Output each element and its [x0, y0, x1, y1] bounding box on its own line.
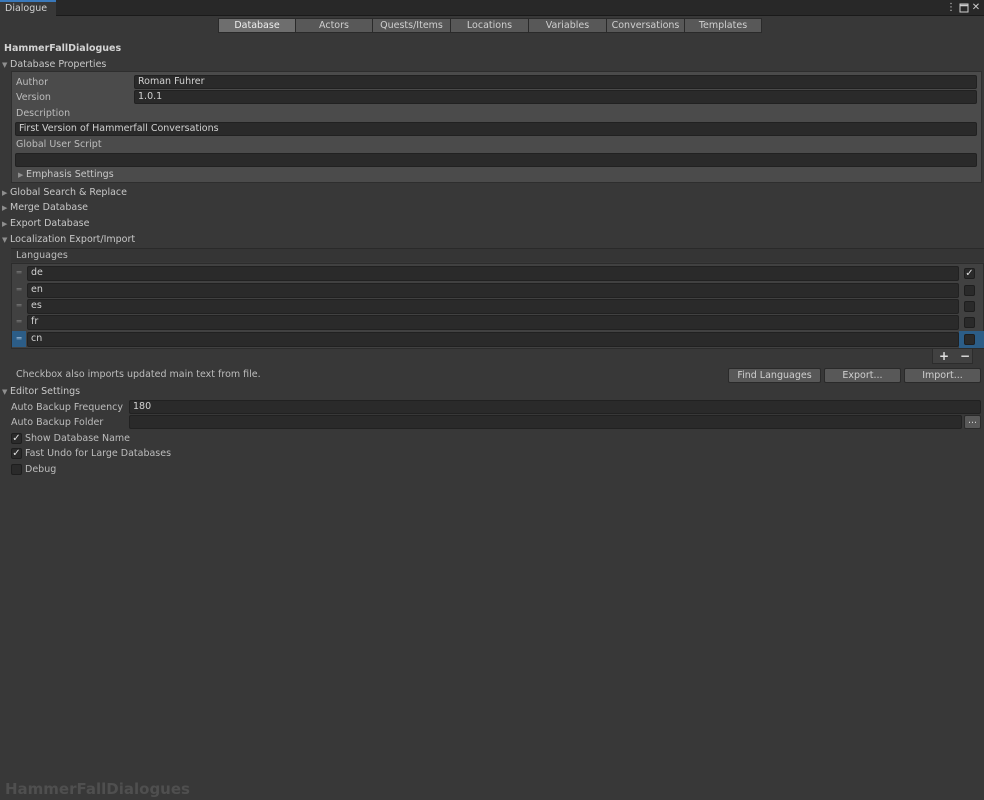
- database-name-heading: HammerFallDialogues: [4, 43, 122, 54]
- foldout-label: Export Database: [10, 218, 90, 229]
- drag-handle-icon[interactable]: ═: [12, 298, 26, 314]
- import-button[interactable]: Import...: [904, 368, 981, 383]
- list-item[interactable]: ═ de ✓: [12, 265, 984, 281]
- tab-variables[interactable]: Variables: [528, 18, 607, 33]
- foldout-label: Localization Export/Import: [10, 234, 136, 245]
- tab-templates[interactable]: Templates: [684, 18, 762, 33]
- database-name-watermark: HammerFallDialogues: [5, 780, 190, 798]
- language-checkbox[interactable]: [964, 334, 975, 345]
- language-code-field[interactable]: fr: [27, 315, 959, 330]
- collapsed-triangle-icon: ▶: [2, 220, 8, 228]
- auto-backup-folder-label: Auto Backup Folder: [11, 417, 104, 428]
- tab-quests-items[interactable]: Quests/Items: [372, 18, 451, 33]
- browse-folder-button[interactable]: ...: [964, 415, 981, 429]
- list-footer: + −: [932, 349, 973, 364]
- foldout-label: Database Properties: [10, 59, 107, 70]
- foldout-merge-database[interactable]: ▶ Merge Database: [2, 202, 88, 213]
- tab-conversations[interactable]: Conversations: [606, 18, 685, 33]
- expanded-triangle-icon: ▼: [2, 61, 8, 69]
- maximize-icon[interactable]: [958, 1, 970, 14]
- window-titlebar: Dialogue ⋮ ✕: [0, 0, 984, 16]
- tab-actors[interactable]: Actors: [295, 18, 373, 33]
- tab-database[interactable]: Database: [218, 18, 296, 33]
- list-item[interactable]: ═ en: [12, 282, 984, 298]
- auto-backup-frequency-label: Auto Backup Frequency: [11, 402, 123, 413]
- language-code-field[interactable]: de: [27, 266, 959, 281]
- description-label: Description: [16, 108, 71, 119]
- foldout-label: Emphasis Settings: [26, 169, 114, 180]
- auto-backup-frequency-field[interactable]: 180: [129, 400, 981, 414]
- list-item[interactable]: ═ cn: [12, 331, 984, 348]
- tab-locations[interactable]: Locations: [450, 18, 529, 33]
- language-checkbox[interactable]: ✓: [964, 268, 975, 279]
- collapsed-triangle-icon: ▶: [18, 171, 24, 179]
- drag-handle-icon[interactable]: ═: [12, 265, 26, 281]
- foldout-editor-settings[interactable]: ▼ Editor Settings: [2, 386, 80, 397]
- expanded-triangle-icon: ▼: [2, 236, 8, 244]
- foldout-emphasis-settings[interactable]: ▶ Emphasis Settings: [18, 169, 114, 180]
- list-item[interactable]: ═ fr: [12, 314, 984, 330]
- language-code-field[interactable]: cn: [27, 332, 959, 347]
- version-label: Version: [16, 92, 51, 103]
- drag-handle-icon[interactable]: ═: [12, 314, 26, 330]
- foldout-label: Merge Database: [10, 202, 89, 213]
- foldout-label: Global Search & Replace: [10, 187, 127, 198]
- list-item[interactable]: ═ es: [12, 298, 984, 314]
- foldout-label: Editor Settings: [10, 386, 81, 397]
- close-icon[interactable]: ✕: [970, 1, 982, 14]
- collapsed-triangle-icon: ▶: [2, 204, 8, 212]
- languages-list-header: Languages: [11, 248, 984, 262]
- version-field[interactable]: 1.0.1: [134, 90, 977, 104]
- show-database-name-checkbox[interactable]: ✓: [11, 433, 22, 444]
- languages-label: Languages: [16, 250, 68, 261]
- author-field[interactable]: Roman Fuhrer: [134, 75, 977, 89]
- drag-handle-icon[interactable]: ═: [12, 282, 26, 298]
- database-properties-panel: Author Roman Fuhrer Version 1.0.1 Descri…: [11, 71, 982, 183]
- fast-undo-checkbox[interactable]: ✓: [11, 448, 22, 459]
- window-tab[interactable]: Dialogue: [0, 0, 56, 16]
- global-user-script-label: Global User Script: [16, 139, 102, 150]
- debug-label: Debug: [25, 464, 57, 475]
- foldout-global-search-replace[interactable]: ▶ Global Search & Replace: [2, 187, 127, 198]
- foldout-database-properties[interactable]: ▼ Database Properties: [2, 59, 106, 70]
- expanded-triangle-icon: ▼: [2, 388, 8, 396]
- window-tab-label: Dialogue: [5, 3, 48, 14]
- language-checkbox[interactable]: [964, 317, 975, 328]
- description-field[interactable]: First Version of Hammerfall Conversation…: [15, 122, 977, 136]
- fast-undo-label: Fast Undo for Large Databases: [25, 448, 172, 459]
- auto-backup-folder-field[interactable]: [129, 415, 962, 429]
- global-user-script-field[interactable]: [15, 153, 977, 167]
- language-checkbox[interactable]: [964, 301, 975, 312]
- show-database-name-label: Show Database Name: [25, 433, 131, 444]
- remove-button[interactable]: −: [960, 349, 970, 363]
- add-button[interactable]: +: [939, 349, 949, 363]
- language-code-field[interactable]: es: [27, 299, 959, 314]
- find-languages-button[interactable]: Find Languages: [728, 368, 821, 383]
- language-code-field[interactable]: en: [27, 283, 959, 298]
- foldout-export-database[interactable]: ▶ Export Database: [2, 218, 89, 229]
- foldout-localization[interactable]: ▼ Localization Export/Import: [2, 234, 135, 245]
- export-button[interactable]: Export...: [824, 368, 901, 383]
- kebab-menu-icon[interactable]: ⋮: [945, 1, 957, 14]
- debug-checkbox[interactable]: [11, 464, 22, 475]
- author-label: Author: [16, 77, 48, 88]
- collapsed-triangle-icon: ▶: [2, 189, 8, 197]
- main-toolbar: Database Actors Quests/Items Locations V…: [218, 18, 762, 33]
- import-note: Checkbox also imports updated main text …: [16, 369, 261, 380]
- drag-handle-icon[interactable]: ═: [12, 331, 26, 347]
- language-checkbox[interactable]: [964, 285, 975, 296]
